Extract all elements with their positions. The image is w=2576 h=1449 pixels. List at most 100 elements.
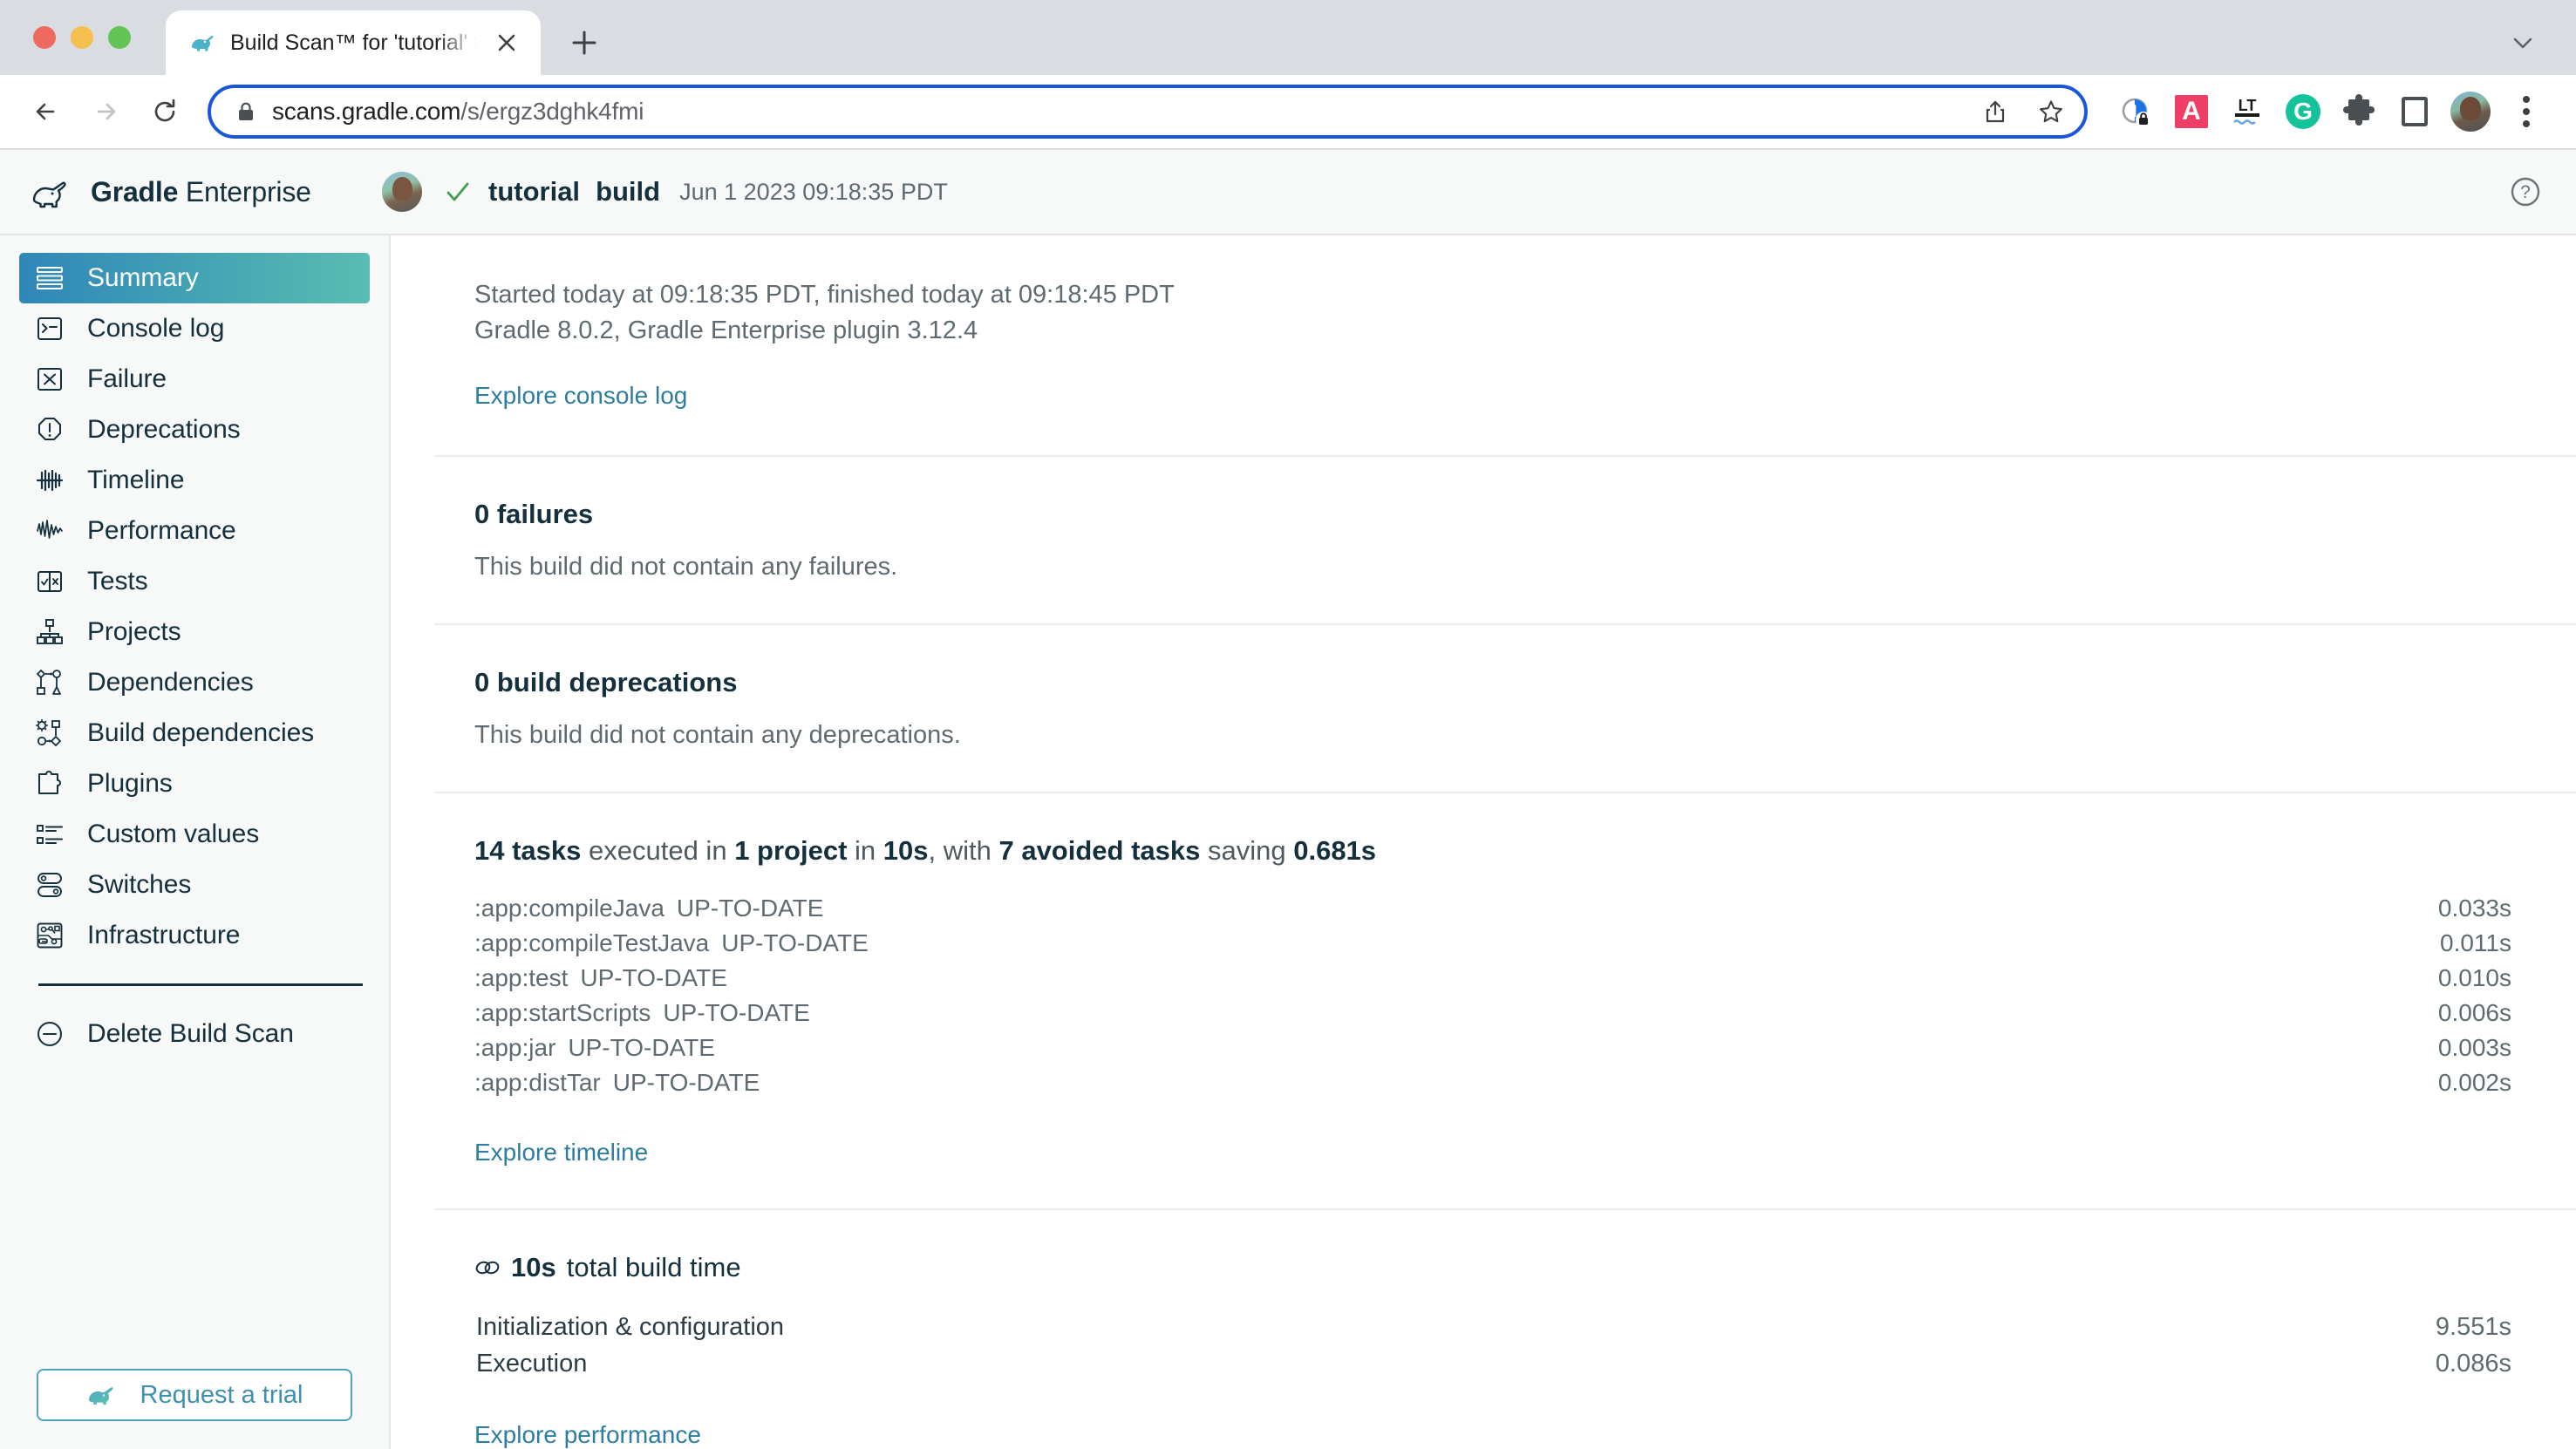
sidebar-item-timeline[interactable]: Timeline [19, 455, 370, 506]
tab-search-chevron-down-icon[interactable] [2508, 28, 2538, 62]
address-bar[interactable]: scans.gradle.com/s/ergz3dghk4fmi [208, 85, 2088, 139]
gradle-elephant-icon [30, 173, 78, 210]
brand[interactable]: Gradle Enterprise [30, 173, 382, 210]
minimize-window-button[interactable] [71, 26, 93, 49]
tab-strip: Build Scan™ for 'tutorial' today [0, 0, 2576, 75]
build-project-name[interactable]: tutorial [488, 176, 580, 207]
url-path: /s/ergz3dghk4fmi [460, 98, 644, 125]
task-rows: :app:compileJava UP-TO-DATE 0.033s :app:… [474, 895, 2524, 1104]
sidebar-item-projects[interactable]: Projects [19, 607, 370, 657]
overview-section: Started today at 09:18:35 PDT, finished … [434, 235, 2576, 458]
new-tab-button[interactable] [560, 18, 609, 67]
delete-build-scan-button[interactable]: Delete Build Scan [19, 1009, 370, 1059]
adobe-acrobat-icon[interactable]: A [2168, 88, 2215, 135]
reload-button[interactable] [138, 85, 192, 139]
deprecations-subtitle: This build did not contain any deprecati… [474, 721, 961, 750]
list-item: Execution 0.086s [476, 1350, 2524, 1386]
failure-icon [33, 363, 66, 396]
extensions-puzzle-icon[interactable] [2335, 88, 2382, 135]
table-row[interactable]: :app:startScripts UP-TO-DATE 0.006s [474, 999, 2524, 1034]
infrastructure-icon [33, 919, 66, 952]
sidebar-item-console-log[interactable]: Console log [19, 303, 370, 354]
lock-icon [234, 99, 258, 124]
sidebar-item-label: Console log [87, 314, 225, 343]
side-panel-icon[interactable] [2391, 88, 2438, 135]
privacy-badger-icon[interactable] [2112, 88, 2159, 135]
list-item: Initialization & configuration 9.551s [476, 1313, 2524, 1350]
task-state: UP-TO-DATE [580, 964, 727, 992]
close-window-button[interactable] [33, 26, 56, 49]
sidebar-item-dependencies[interactable]: Dependencies [19, 657, 370, 708]
sidebar-item-infrastructure[interactable]: Infrastructure [19, 910, 370, 961]
task-name: :app:compileJava [474, 895, 664, 922]
deprecations-icon [33, 413, 66, 446]
gradle-elephant-icon [86, 1381, 125, 1409]
failures-section: 0 failures This build did not contain an… [434, 457, 2576, 626]
close-tab-button[interactable] [492, 28, 521, 58]
sidebar-item-summary[interactable]: Summary [19, 253, 370, 303]
task-name: :app:test [474, 964, 569, 992]
sidebar-item-build-dependencies[interactable]: Build dependencies [19, 708, 370, 759]
share-icon[interactable] [1974, 91, 2016, 133]
table-row[interactable]: :app:jar UP-TO-DATE 0.003s [474, 1034, 2524, 1069]
task-duration: 0.003s [2437, 1034, 2511, 1062]
help-icon[interactable]: ? [2506, 173, 2545, 211]
table-row[interactable]: :app:test UP-TO-DATE 0.010s [474, 964, 2524, 999]
timeline-icon [33, 464, 66, 497]
tasks-mid2: in [847, 835, 883, 867]
sidebar-item-switches[interactable]: Switches [19, 860, 370, 910]
maximize-window-button[interactable] [108, 26, 131, 49]
sidebar: Summary Console log Failure Deprecations… [0, 235, 391, 1449]
task-state: UP-TO-DATE [663, 999, 810, 1027]
explore-console-log-link[interactable]: Explore console log [474, 382, 687, 410]
explore-performance-link[interactable]: Explore performance [474, 1421, 701, 1449]
page-content: Gradle Enterprise tutorial build Jun 1 2… [0, 150, 2576, 1449]
profile-avatar[interactable] [2447, 88, 2494, 135]
sidebar-item-label: Tests [87, 567, 148, 595]
task-duration: 0.006s [2437, 999, 2511, 1027]
sidebar-item-failure[interactable]: Failure [19, 354, 370, 405]
back-button[interactable] [19, 85, 73, 139]
table-row[interactable]: :app:distTar UP-TO-DATE 0.002s [474, 1069, 2524, 1104]
adobe-acrobat-label: A [2175, 95, 2208, 128]
build-versions: Gradle 8.0.2, Gradle Enterprise plugin 3… [474, 316, 978, 345]
build-time-rows: Initialization & configuration 9.551s Ex… [474, 1313, 2524, 1386]
build-time-title: 10s total build time [474, 1252, 2524, 1283]
task-name: :app:startScripts [474, 999, 651, 1027]
sidebar-item-tests[interactable]: Tests [19, 556, 370, 607]
minus-circle-icon [33, 1017, 66, 1051]
sidebar-item-custom-values[interactable]: Custom values [19, 809, 370, 860]
browser-tab[interactable]: Build Scan™ for 'tutorial' today [166, 10, 541, 75]
sidebar-item-label: Projects [87, 617, 181, 646]
star-icon[interactable] [2030, 91, 2072, 133]
window-controls [33, 26, 131, 49]
forward-button[interactable] [78, 85, 133, 139]
phase-name: Execution [476, 1350, 588, 1378]
switches-icon [33, 868, 66, 901]
build-task-name[interactable]: build [596, 176, 660, 207]
explore-timeline-link[interactable]: Explore timeline [474, 1139, 648, 1167]
request-a-trial-button[interactable]: Request a trial [37, 1369, 352, 1421]
table-row[interactable]: :app:compileJava UP-TO-DATE 0.033s [474, 895, 2524, 929]
delete-build-scan-label: Delete Build Scan [87, 1019, 294, 1048]
kebab-menu-icon[interactable] [2503, 88, 2550, 135]
build-time-suffix: total build time [566, 1252, 741, 1283]
tasks-duration: 10s [883, 835, 929, 867]
sidebar-item-performance[interactable]: Performance [19, 506, 370, 556]
sidebar-item-plugins[interactable]: Plugins [19, 759, 370, 809]
sidebar-item-deprecations[interactable]: Deprecations [19, 405, 370, 455]
grammarly-icon[interactable]: G [2280, 88, 2327, 135]
task-duration: 0.011s [2440, 929, 2511, 957]
task-duration: 0.002s [2437, 1069, 2511, 1097]
tasks-projects: 1 project [734, 835, 848, 867]
tasks-mid4: saving [1200, 835, 1294, 867]
url-domain: scans.gradle.com [272, 98, 461, 125]
table-row[interactable]: :app:compileTestJava UP-TO-DATE 0.011s [474, 929, 2524, 964]
languagetool-icon[interactable]: LT [2224, 88, 2271, 135]
task-name: :app:jar [474, 1034, 556, 1062]
deprecations-title: 0 build deprecations [474, 667, 738, 698]
sidebar-item-label: Failure [87, 364, 167, 393]
svg-text:LT: LT [2239, 97, 2257, 114]
tasks-mid3: , with [928, 835, 999, 867]
